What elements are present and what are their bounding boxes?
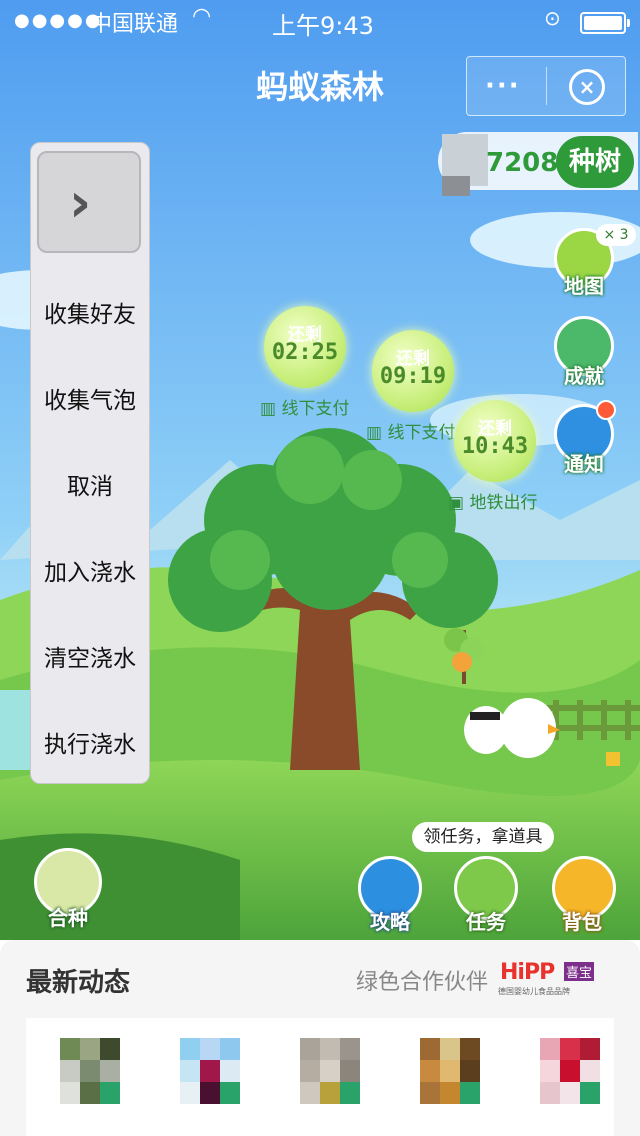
backpack-label[interactable]: 背包 [562,906,602,935]
task-tooltip: 领任务，拿道具 [412,822,554,852]
wifi-icon: ◠ [192,4,212,29]
menu-item-collect-bubbles[interactable]: 收集气泡 [31,381,149,415]
bubble-source-label: 线下支付 [281,399,350,419]
notification-dot [596,400,616,420]
floating-menu: › 收集好友 收集气泡 取消 加入浇水 清空浇水 执行浇水 [30,142,150,784]
menu-item-run-watering[interactable]: 执行浇水 [31,725,149,759]
bubble-countdown: 09:19 [379,364,447,389]
plant-tree-button[interactable]: 种树 [556,136,634,188]
mini-program-capsule: ··· × [466,56,626,116]
friend-list [26,1018,614,1136]
close-button[interactable]: × [569,69,605,105]
friend-avatar[interactable] [180,1038,240,1104]
bubble-source: ▥ 线下支付 [366,423,456,443]
bubble-source-label: 地铁出行 [469,493,538,513]
menu-item-collect-friends[interactable]: 收集好友 [31,295,149,329]
partner-logo-text: HiPP [500,960,555,985]
map-badge: × 3 [596,224,636,246]
guide-label[interactable]: 攻略 [370,906,410,935]
clock: 上午9:43 [272,12,374,40]
carrier-label: 中国联通 [90,12,179,37]
partner-caption: 德国婴幼儿食品品牌 [498,987,570,996]
energy-bubble[interactable]: 还剩 10:43 [454,400,536,482]
partner-logo[interactable]: HiPP 喜宝 德国婴幼儿食品品牌 [498,960,608,1000]
menu-item-cancel[interactable]: 取消 [31,467,149,501]
battery-icon [580,12,630,34]
friend-avatar[interactable] [540,1038,600,1104]
orientation-lock-icon: ⊙ [544,6,561,30]
notice-label[interactable]: 通知 [564,448,604,477]
map-label[interactable]: 地图 [564,270,604,299]
partner-logo-sub: 喜宝 [564,962,595,981]
status-bar: ●●●●● 中国联通 ◠ 上午9:43 ⊙ [0,0,640,40]
feed-panel: 最新动态 绿色合作伙伴 HiPP 喜宝 德国婴幼儿食品品牌 [0,940,640,1136]
partner-label: 绿色合作伙伴 [356,970,489,995]
menu-toggle-button[interactable]: › [37,151,141,253]
avatar-shadow [442,176,470,196]
bubble-source: ▥ 线下支付 [260,399,350,419]
feed-title: 最新动态 [26,968,131,998]
task-label[interactable]: 任务 [466,906,506,935]
bubble-source-label: 线下支付 [387,423,456,443]
energy-bubble[interactable]: 还剩 02:25 [264,306,346,388]
menu-item-add-watering[interactable]: 加入浇水 [31,553,149,587]
friend-avatar[interactable] [300,1038,360,1104]
more-button[interactable]: ··· [485,71,521,101]
chevron-right-icon: › [69,171,92,234]
friend-avatar[interactable] [420,1038,480,1104]
capsule-divider [546,67,547,105]
co-plant-label[interactable]: 合种 [48,902,88,931]
energy-bubble[interactable]: 还剩 09:19 [372,330,454,412]
menu-item-clear-watering[interactable]: 清空浇水 [31,639,149,673]
bubble-countdown: 02:25 [271,340,339,365]
bubble-source: ▣ 地铁出行 [448,493,538,513]
bubble-countdown: 10:43 [461,434,529,459]
friend-avatar[interactable] [60,1038,120,1104]
achievement-label[interactable]: 成就 [564,360,604,389]
